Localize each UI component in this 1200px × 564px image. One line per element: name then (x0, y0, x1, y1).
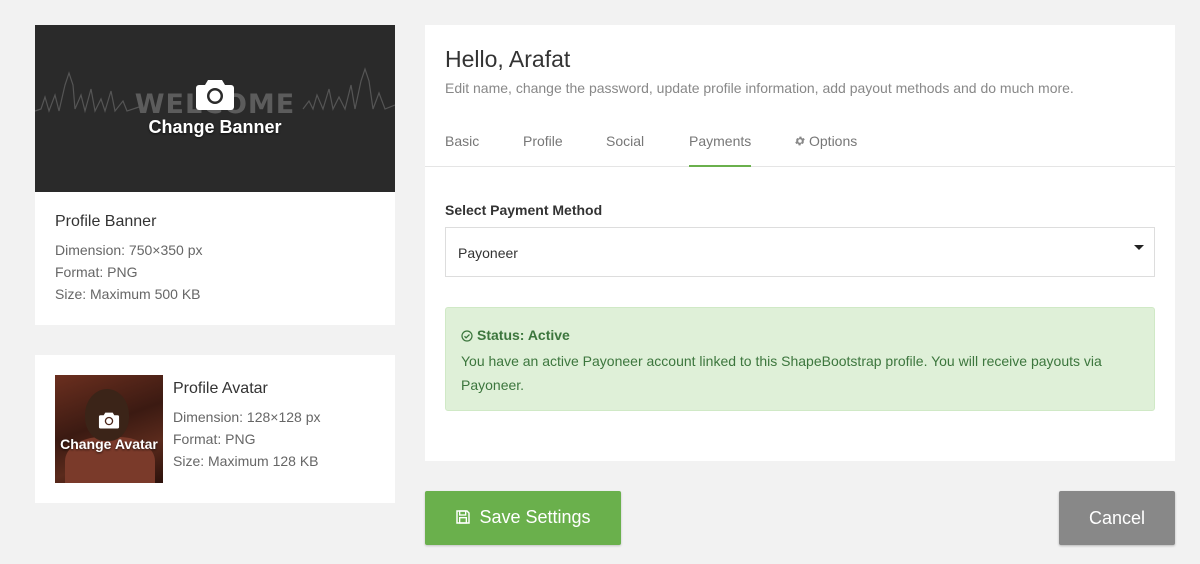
avatar-title: Profile Avatar (173, 380, 268, 397)
tab-social[interactable]: Social (606, 133, 644, 167)
caret-down-icon (1134, 245, 1144, 250)
banner-info: Profile Banner Dimension: 750×350 px For… (55, 213, 203, 305)
status-title-row: Status: Active (461, 327, 570, 343)
avatar-info: Profile Avatar Dimension: 128×128 px For… (173, 380, 321, 472)
tab-options[interactable]: Options (794, 133, 857, 167)
change-avatar-overlay[interactable]: Change Avatar (55, 411, 163, 452)
avatar-image[interactable]: Change Avatar (55, 375, 163, 483)
save-settings-label: Save Settings (479, 506, 591, 527)
change-banner-overlay[interactable]: Change Banner (35, 77, 395, 138)
save-settings-button[interactable]: Save Settings (425, 491, 621, 545)
camera-icon (195, 77, 235, 116)
tab-options-label: Options (809, 133, 858, 149)
tab-profile[interactable]: Profile (523, 133, 563, 167)
cancel-button[interactable]: Cancel (1059, 491, 1175, 545)
avatar-format: Format: PNG (173, 431, 256, 447)
gear-icon (794, 134, 806, 150)
settings-panel: Hello, Arafat Edit name, change the pass… (425, 25, 1175, 461)
payment-method-select[interactable]: Payoneer (445, 227, 1155, 277)
settings-tabs: Basic Profile Social Payments Options (425, 125, 1175, 167)
profile-avatar-card: Change Avatar Profile Avatar Dimension: … (35, 355, 395, 503)
tab-payments[interactable]: Payments (689, 133, 752, 167)
status-message: You have an active Payoneer account link… (461, 353, 1102, 393)
page-subtitle: Edit name, change the password, update p… (445, 80, 1074, 96)
status-title: Status: Active (477, 327, 570, 343)
status-alert: Status: Active You have an active Payone… (445, 307, 1155, 411)
avatar-dimension: Dimension: 128×128 px (173, 409, 321, 425)
banner-dimension: Dimension: 750×350 px (55, 242, 203, 258)
change-banner-label: Change Banner (148, 117, 282, 137)
banner-format: Format: PNG (55, 264, 138, 280)
payment-method-label: Select Payment Method (445, 202, 603, 218)
payment-method-value: Payoneer (458, 245, 518, 261)
banner-size: Size: Maximum 500 KB (55, 286, 201, 302)
banner-image[interactable]: WELCOME Change Banner (35, 25, 395, 192)
change-avatar-label: Change Avatar (60, 436, 158, 452)
avatar-size: Size: Maximum 128 KB (173, 453, 319, 469)
page-title: Hello, Arafat (445, 46, 571, 72)
tab-basic[interactable]: Basic (445, 133, 479, 167)
banner-title: Profile Banner (55, 213, 157, 230)
profile-banner-card: WELCOME Change Banner Profile Banner Dim… (35, 25, 395, 325)
camera-icon (98, 411, 120, 434)
floppy-disk-icon (455, 509, 471, 530)
check-circle-icon (461, 330, 473, 342)
